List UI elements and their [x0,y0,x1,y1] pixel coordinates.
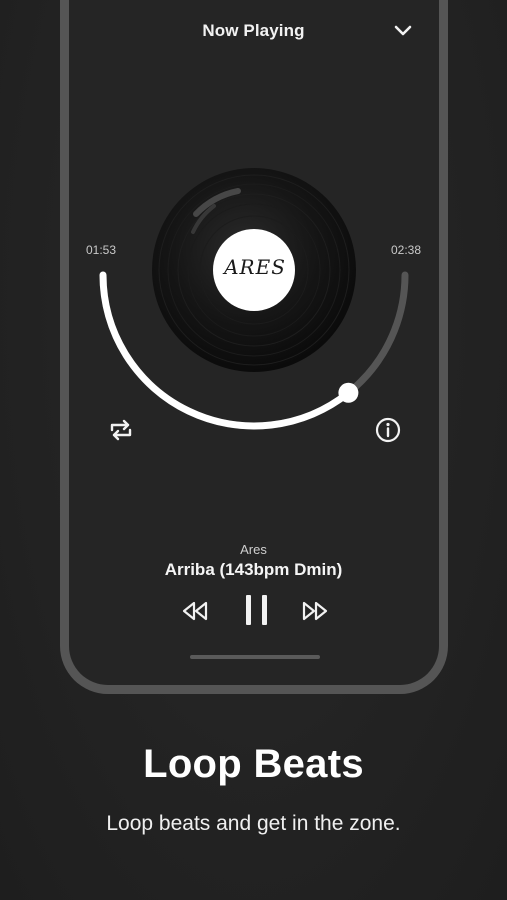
phone-frame [60,0,448,694]
total-time: 02:38 [391,243,422,257]
track-title: Arriba (143bpm Dmin) [164,560,343,579]
elapsed-time: 01:53 [86,243,117,257]
repeat-icon[interactable] [106,415,136,445]
info-icon[interactable] [373,415,403,445]
record-label-text: ARES [224,255,286,279]
screen-title: Now Playing [202,21,305,40]
artist-name: Ares [240,542,267,557]
promo-subtitle: Loop beats and get in the zone. [106,812,401,835]
pause-icon[interactable] [240,592,274,628]
promo-headline: Loop Beats [143,742,364,786]
chevron-down-icon[interactable] [390,18,416,44]
rewind-icon[interactable] [180,597,210,625]
home-indicator [190,655,320,659]
fast-forward-icon[interactable] [300,597,330,625]
